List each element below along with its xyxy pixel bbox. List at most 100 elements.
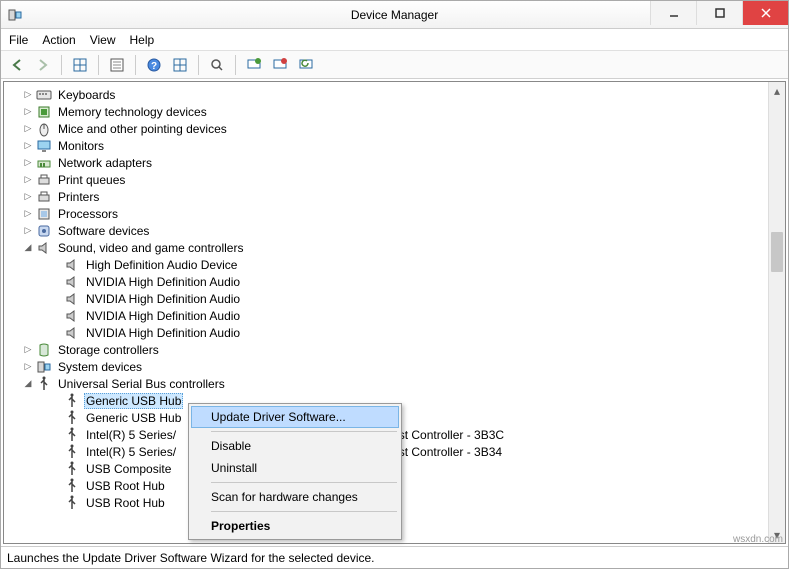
storage-icon xyxy=(36,342,52,358)
speaker-icon xyxy=(36,240,52,256)
tree-label: Memory technology devices xyxy=(56,105,209,119)
tree-item-memory[interactable]: ▷ Memory technology devices xyxy=(4,103,768,120)
update-driver-button[interactable] xyxy=(244,55,264,75)
expand-icon[interactable]: ▷ xyxy=(22,361,34,372)
window-title: Device Manager xyxy=(351,8,438,22)
expand-icon[interactable]: ▷ xyxy=(22,174,34,185)
tree-label: Software devices xyxy=(56,224,151,238)
tree-label: Generic USB Hub xyxy=(84,393,183,409)
tree-label: USB Composite xyxy=(84,462,173,476)
chip-icon xyxy=(36,104,52,120)
tree-item-mice[interactable]: ▷ Mice and other pointing devices xyxy=(4,120,768,137)
expand-icon[interactable]: ▷ xyxy=(22,225,34,236)
scroll-thumb[interactable] xyxy=(771,232,783,272)
context-properties[interactable]: Properties xyxy=(191,515,399,537)
tree-item-audio-device[interactable]: NVIDIA High Definition Audio xyxy=(4,273,768,290)
context-uninstall[interactable]: Uninstall xyxy=(191,457,399,479)
properties-button[interactable] xyxy=(107,55,127,75)
tree-item-system[interactable]: ▷System devices xyxy=(4,358,768,375)
show-hide-tree-button[interactable] xyxy=(70,55,90,75)
expand-icon[interactable]: ▷ xyxy=(22,344,34,355)
collapse-icon[interactable]: ◢ xyxy=(22,242,34,253)
tree-item-audio-device[interactable]: High Definition Audio Device xyxy=(4,256,768,273)
expand-icon[interactable]: ▷ xyxy=(22,208,34,219)
tree-label: NVIDIA High Definition Audio xyxy=(84,292,242,306)
usb-icon xyxy=(64,410,80,426)
toolbar-separator xyxy=(98,55,99,75)
speaker-icon xyxy=(64,325,80,341)
tree-item-sound[interactable]: ◢Sound, video and game controllers xyxy=(4,239,768,256)
tree-item-software[interactable]: ▷ Software devices xyxy=(4,222,768,239)
back-button[interactable] xyxy=(7,55,27,75)
tree-item-audio-device[interactable]: NVIDIA High Definition Audio xyxy=(4,290,768,307)
context-update-driver[interactable]: Update Driver Software... xyxy=(191,406,399,428)
tree-label: USB Root Hub xyxy=(84,479,167,493)
context-menu: Update Driver Software... Disable Uninst… xyxy=(188,403,402,540)
tree-item-audio-device[interactable]: NVIDIA High Definition Audio xyxy=(4,307,768,324)
vertical-scrollbar[interactable]: ▴ ▾ xyxy=(768,82,785,543)
usb-icon xyxy=(64,495,80,511)
menu-file[interactable]: File xyxy=(9,33,28,47)
toolbar-separator xyxy=(61,55,62,75)
context-separator xyxy=(211,511,397,512)
context-disable[interactable]: Disable xyxy=(191,435,399,457)
menu-action[interactable]: Action xyxy=(42,33,75,47)
close-button[interactable] xyxy=(742,1,788,25)
menu-help[interactable]: Help xyxy=(130,33,155,47)
uninstall-button[interactable] xyxy=(270,55,290,75)
tree-item-processors[interactable]: ▷ Processors xyxy=(4,205,768,222)
usb-icon xyxy=(64,444,80,460)
tree-item-storage[interactable]: ▷Storage controllers xyxy=(4,341,768,358)
toolbar-separator xyxy=(198,55,199,75)
context-scan[interactable]: Scan for hardware changes xyxy=(191,486,399,508)
watermark: wsxdn.com xyxy=(733,534,783,545)
tree-item-printers[interactable]: ▷Printers xyxy=(4,188,768,205)
speaker-icon xyxy=(64,257,80,273)
network-icon xyxy=(36,155,52,171)
tree-label: Monitors xyxy=(56,139,106,153)
tree-label: NVIDIA High Definition Audio xyxy=(84,275,242,289)
disable-button[interactable] xyxy=(296,55,316,75)
forward-button[interactable] xyxy=(33,55,53,75)
expand-icon[interactable]: ▷ xyxy=(22,106,34,117)
tree-item-keyboards[interactable]: ▷ Keyboards xyxy=(4,86,768,103)
expand-icon[interactable]: ▷ xyxy=(22,157,34,168)
software-icon xyxy=(36,223,52,239)
toolbar-separator xyxy=(135,55,136,75)
details-button[interactable] xyxy=(170,55,190,75)
help-button[interactable] xyxy=(144,55,164,75)
expand-icon[interactable]: ▷ xyxy=(22,140,34,151)
scan-hardware-button[interactable] xyxy=(207,55,227,75)
speaker-icon xyxy=(64,274,80,290)
cpu-icon xyxy=(36,206,52,222)
tree-label: Mice and other pointing devices xyxy=(56,122,229,136)
menu-view[interactable]: View xyxy=(90,33,116,47)
monitor-icon xyxy=(36,138,52,154)
speaker-icon xyxy=(64,291,80,307)
tree-label: Processors xyxy=(56,207,120,221)
printer-icon xyxy=(36,189,52,205)
tree-item-monitors[interactable]: ▷ Monitors xyxy=(4,137,768,154)
tree-item-audio-device[interactable]: NVIDIA High Definition Audio xyxy=(4,324,768,341)
minimize-button[interactable] xyxy=(650,1,696,25)
tree-label: USB Root Hub xyxy=(84,496,167,510)
usb-icon xyxy=(64,478,80,494)
app-icon xyxy=(7,7,23,23)
tree-item-printqueues[interactable]: ▷Print queues xyxy=(4,171,768,188)
keyboard-icon xyxy=(36,87,52,103)
expand-icon[interactable]: ▷ xyxy=(22,191,34,202)
context-separator xyxy=(211,431,397,432)
tree-label: Keyboards xyxy=(56,88,117,102)
tree-item-usb[interactable]: ◢Universal Serial Bus controllers xyxy=(4,375,768,392)
maximize-button[interactable] xyxy=(696,1,742,25)
scroll-up-button[interactable]: ▴ xyxy=(769,82,785,99)
expand-icon[interactable]: ▷ xyxy=(22,89,34,100)
tree-item-network[interactable]: ▷Network adapters xyxy=(4,154,768,171)
expand-icon[interactable]: ▷ xyxy=(22,123,34,134)
status-text: Launches the Update Driver Software Wiza… xyxy=(7,551,375,565)
usb-icon xyxy=(64,427,80,443)
toolbar-separator xyxy=(235,55,236,75)
title-bar[interactable]: Device Manager xyxy=(1,1,788,29)
collapse-icon[interactable]: ◢ xyxy=(22,378,34,389)
usb-icon xyxy=(64,461,80,477)
